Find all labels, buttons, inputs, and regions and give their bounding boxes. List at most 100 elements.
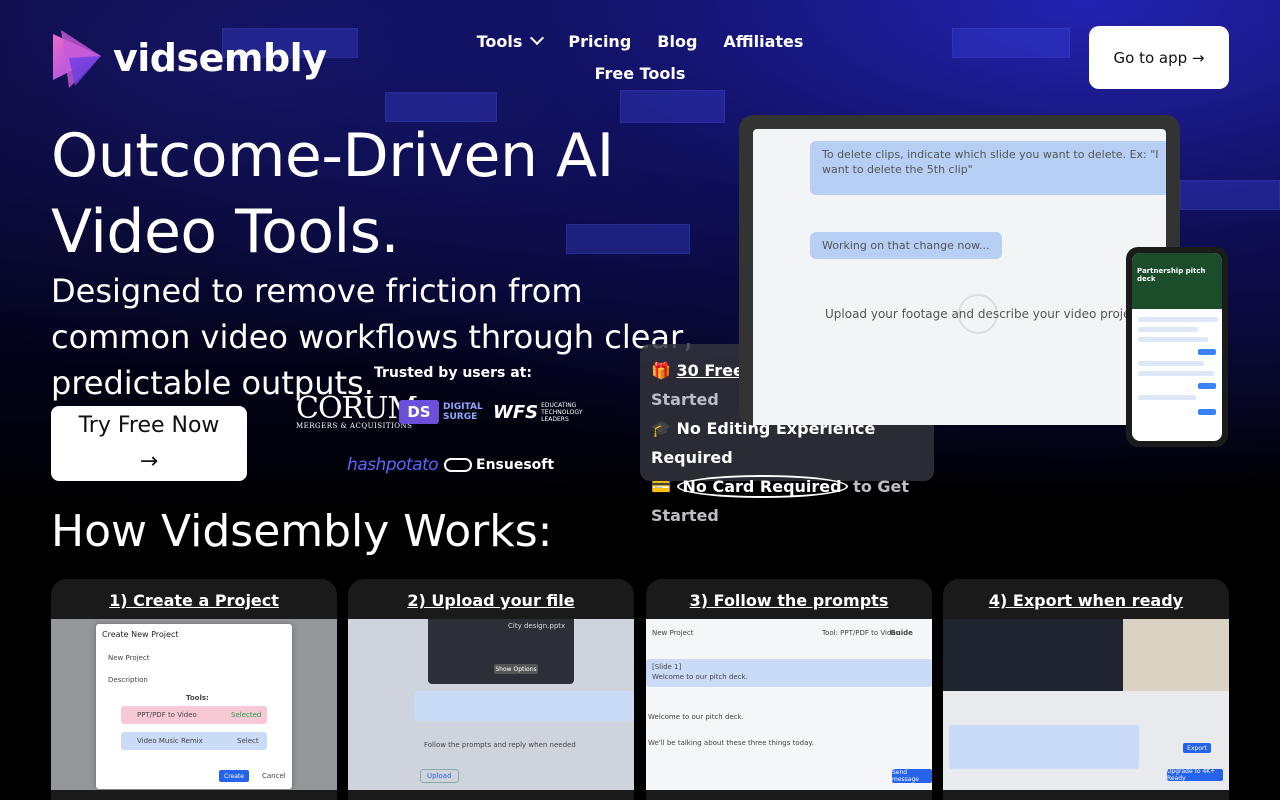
ensuesoft-logo-icon bbox=[444, 458, 472, 472]
ds-logo-text: DIGITAL SURGE bbox=[443, 402, 483, 422]
slide-bubble: [Slide 1] Welcome to our pitch deck. bbox=[646, 659, 932, 687]
tool-option-label: Video Music Remix bbox=[137, 737, 203, 745]
how-it-works-title: How Vidsembly Works: bbox=[51, 506, 553, 557]
step-screenshot: Export Upgrade to 4K+ Ready bbox=[943, 619, 1229, 790]
step-card-follow-prompts[interactable]: 3) Follow the prompts New Project Tool: … bbox=[646, 579, 932, 800]
ds-logo-text-line1: DIGITAL bbox=[443, 402, 483, 412]
phone-screen: Partnership pitch deck bbox=[1132, 253, 1222, 441]
no-editing-text: No Editing Experience Required bbox=[651, 419, 876, 467]
ds-logo-mark: DS bbox=[399, 400, 439, 424]
step-title[interactable]: 2) Upload your file bbox=[348, 591, 634, 610]
chat-bubble: To delete clips, indicate which slide yo… bbox=[810, 141, 1166, 195]
phone-mockup: Partnership pitch deck bbox=[1126, 247, 1228, 447]
project-header: New Project bbox=[652, 629, 694, 637]
step-card-upload-file[interactable]: 2) Upload your file City design.pptx Sho… bbox=[348, 579, 634, 800]
project-description-field: Description bbox=[108, 676, 148, 684]
create-mini-button: Create bbox=[219, 770, 249, 782]
slide-text: We'll be talking about these three thing… bbox=[648, 739, 814, 747]
slide-label: [Slide 1] bbox=[652, 663, 682, 671]
try-free-button[interactable]: Try Free Now → bbox=[51, 406, 247, 481]
phone-chat-line bbox=[1138, 317, 1218, 322]
vidsembly-logo-icon bbox=[53, 30, 101, 88]
digital-surge-logo: DS DIGITAL SURGE bbox=[399, 400, 483, 424]
nav-affiliates[interactable]: Affiliates bbox=[723, 32, 803, 51]
trusted-by-label: Trusted by users at: bbox=[374, 365, 532, 381]
ds-logo-text-line2: SURGE bbox=[443, 412, 478, 422]
upgrade-mini-button: Upgrade to 4K+ Ready bbox=[1167, 768, 1223, 782]
ensuesoft-logo: Ensuesoft bbox=[444, 457, 554, 473]
phone-chat-line bbox=[1138, 371, 1214, 376]
laptop-mockup: To delete clips, indicate which slide yo… bbox=[739, 115, 1180, 425]
file-name: City design.pptx bbox=[508, 622, 566, 630]
phone-header: Partnership pitch deck bbox=[1132, 253, 1222, 309]
brand-name: vidsembly bbox=[113, 36, 327, 80]
phone-chat-line bbox=[1138, 361, 1204, 366]
tools-label: Tools: bbox=[186, 694, 209, 702]
tool-label: Tool: PPT/PDF to Video bbox=[822, 629, 900, 637]
slide-text: Welcome to our pitch deck. bbox=[648, 713, 744, 721]
brand-logo[interactable]: vidsembly bbox=[51, 28, 327, 88]
tool-option-state: Selected bbox=[231, 711, 262, 719]
show-options-button: Show Options bbox=[494, 664, 538, 674]
chevron-down-icon bbox=[530, 30, 545, 46]
step-screenshot: New Project Tool: PPT/PDF to Video Guide… bbox=[646, 619, 932, 790]
nav-free-tools[interactable]: Free Tools bbox=[595, 64, 686, 83]
step-title[interactable]: 1) Create a Project bbox=[51, 591, 337, 610]
send-message-button: Send message bbox=[892, 769, 932, 783]
laptop-screen: To delete clips, indicate which slide yo… bbox=[753, 129, 1166, 425]
nav-blog[interactable]: Blog bbox=[657, 32, 697, 51]
upload-mini-button: Upload bbox=[420, 769, 459, 783]
tool-option-music: Video Music Remix Select bbox=[121, 732, 267, 750]
file-picker: City design.pptx Show Options bbox=[428, 619, 574, 684]
wfs-logo-text: WFS bbox=[493, 402, 539, 423]
feature-no-card: 💳 No Card Required to Get Started bbox=[651, 472, 923, 530]
nav-pricing[interactable]: Pricing bbox=[568, 32, 631, 51]
tool-option-state: Select bbox=[237, 737, 259, 745]
wfs-logo-subtext: EDUCATING TECHNOLOGY LEADERS bbox=[541, 402, 583, 423]
graduation-cap-icon: 🎓 bbox=[651, 419, 671, 438]
go-to-app-button[interactable]: Go to app → bbox=[1089, 26, 1229, 89]
try-free-label: Try Free Now bbox=[78, 412, 220, 438]
modal-title: Create New Project bbox=[102, 630, 179, 639]
tool-option-ppt: PPT/PDF to Video Selected bbox=[121, 706, 267, 724]
phone-button bbox=[1198, 349, 1216, 355]
phone-chat-line bbox=[1138, 337, 1208, 342]
gift-icon: 🎁 bbox=[651, 361, 671, 380]
step-card-create-project[interactable]: 1) Create a Project Create New Project N… bbox=[51, 579, 337, 800]
create-project-modal: Create New Project New Project Descripti… bbox=[96, 624, 292, 789]
video-thumbnail bbox=[1123, 619, 1229, 691]
step-screenshot: City design.pptx Show Options Follow the… bbox=[348, 619, 634, 790]
grid-decoration bbox=[952, 28, 1070, 58]
chat-bubble bbox=[949, 725, 1139, 769]
phone-chat-line bbox=[1138, 395, 1196, 400]
grid-decoration bbox=[1180, 180, 1280, 210]
no-card-highlight: No Card Required bbox=[676, 475, 848, 498]
phone-button bbox=[1198, 383, 1216, 389]
tool-option-label: PPT/PDF to Video bbox=[137, 711, 197, 719]
step-card-export[interactable]: 4) Export when ready Export Upgrade to 4… bbox=[943, 579, 1229, 800]
project-name-field: New Project bbox=[108, 654, 150, 662]
main-nav: Tools Pricing Blog Affiliates Free Tools bbox=[476, 28, 803, 86]
slide-text: Welcome to our pitch deck. bbox=[652, 673, 748, 681]
phone-button bbox=[1198, 409, 1216, 415]
step-screenshot: Create New Project New Project Descripti… bbox=[51, 619, 337, 790]
phone-chat-line bbox=[1138, 327, 1198, 332]
hero-subtitle: Designed to remove friction from common … bbox=[51, 272, 694, 402]
guide-label: Guide bbox=[890, 629, 913, 637]
hashpotato-logo: hashpotato bbox=[347, 455, 439, 475]
chat-bubble: Working on that change now... bbox=[810, 232, 1002, 259]
export-mini-button: Export bbox=[1183, 743, 1211, 753]
cancel-mini-button: Cancel bbox=[262, 772, 286, 780]
step-title[interactable]: 4) Export when ready bbox=[943, 591, 1229, 610]
arrow-right-icon: → bbox=[139, 448, 159, 474]
laptop-note: Upload your footage and describe your vi… bbox=[825, 307, 1142, 321]
step-title[interactable]: 3) Follow the prompts bbox=[646, 591, 932, 610]
hero-title: Outcome-Driven AI Video Tools. bbox=[51, 121, 614, 267]
nav-tools[interactable]: Tools bbox=[476, 30, 545, 51]
credit-card-icon: 💳 bbox=[651, 477, 671, 496]
prompt-text: Follow the prompts and reply when needed bbox=[424, 741, 576, 749]
nav-tools-label: Tools bbox=[476, 31, 523, 51]
ensuesoft-logo-text: Ensuesoft bbox=[476, 457, 555, 473]
video-preview bbox=[943, 619, 1229, 691]
wfs-logo: WFS EDUCATING TECHNOLOGY LEADERS bbox=[493, 402, 601, 423]
